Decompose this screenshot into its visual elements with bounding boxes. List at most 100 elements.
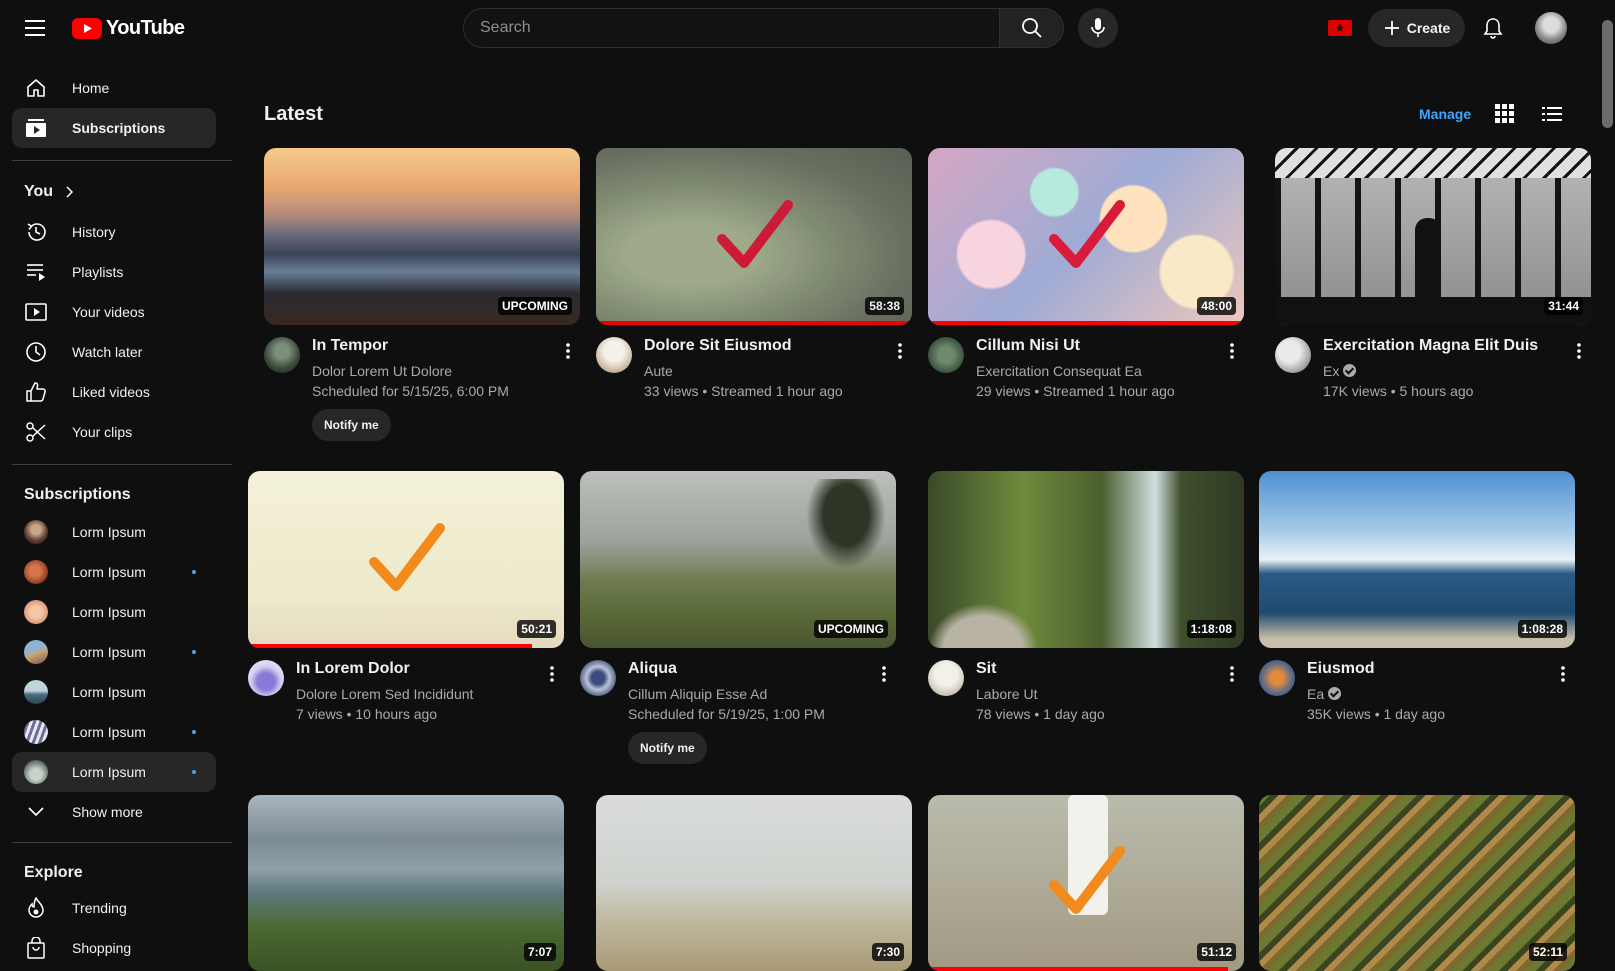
- more-options-icon[interactable]: [1222, 662, 1242, 686]
- video-title[interactable]: Exercitation Magna Elit Duis: [1323, 337, 1563, 355]
- show-more-button[interactable]: Show more: [12, 792, 216, 832]
- video-card[interactable]: 7:30: [596, 795, 912, 971]
- video-thumbnail[interactable]: 50:21: [248, 471, 564, 648]
- sidebar-item-trending[interactable]: Trending: [12, 888, 216, 928]
- channel-name[interactable]: Ex: [1323, 363, 1357, 379]
- more-options-icon[interactable]: [1222, 339, 1242, 363]
- video-thumbnail[interactable]: 48:00: [928, 148, 1244, 325]
- video-card[interactable]: UPCOMING Aliqua Cillum Aliquip Esse Ad S…: [580, 471, 896, 764]
- sidebar-subscription-item[interactable]: Lorm Ipsum: [12, 632, 216, 672]
- bell-icon: [1483, 18, 1503, 39]
- sidebar-subscription-item[interactable]: Lorm Ipsum: [12, 552, 216, 592]
- search-input[interactable]: [464, 9, 999, 47]
- channel-name[interactable]: Aute: [644, 363, 673, 379]
- account-avatar[interactable]: [1535, 12, 1567, 44]
- list-view-icon[interactable]: [1542, 104, 1564, 124]
- verified-badge-icon: [1343, 364, 1357, 377]
- channel-name[interactable]: Labore Ut: [976, 686, 1037, 702]
- channel-avatar[interactable]: [248, 660, 284, 696]
- microphone-icon: [1091, 18, 1105, 37]
- sidebar-subscription-item[interactable]: Lorm Ipsum: [12, 752, 216, 792]
- sidebar-subscription-item[interactable]: Lorm Ipsum: [12, 672, 216, 712]
- video-title[interactable]: Aliqua: [628, 660, 868, 678]
- youtube-logo[interactable]: YouTube: [72, 17, 185, 39]
- sidebar-item-subscriptions[interactable]: Subscriptions: [12, 108, 216, 148]
- notify-me-button[interactable]: Notify me: [628, 732, 707, 764]
- more-options-icon[interactable]: [890, 339, 910, 363]
- sidebar-subscription-item[interactable]: Lorm Ipsum: [12, 712, 216, 752]
- search-button[interactable]: [999, 9, 1063, 47]
- grid-view-icon[interactable]: [1495, 104, 1515, 124]
- video-card[interactable]: UPCOMING In Tempor Dolor Lorem Ut Dolore…: [264, 148, 580, 441]
- video-title[interactable]: Sit: [976, 660, 1216, 678]
- video-thumbnail[interactable]: 31:44: [1275, 148, 1591, 325]
- sidebar-item-your-videos[interactable]: Your videos: [12, 292, 216, 332]
- scrollbar-thumb[interactable]: [1602, 20, 1613, 128]
- channel-name[interactable]: Cillum Aliquip Esse Ad: [628, 686, 767, 702]
- channel-avatar[interactable]: [1275, 337, 1311, 373]
- menu-icon[interactable]: [20, 14, 50, 42]
- video-card[interactable]: 31:44 Exercitation Magna Elit Duis Ex 17…: [1275, 148, 1591, 435]
- more-options-icon[interactable]: [558, 339, 578, 363]
- sidebar-item-liked-videos[interactable]: Liked videos: [12, 372, 216, 412]
- sidebar-subscription-item[interactable]: Lorm Ipsum: [12, 592, 216, 632]
- channel-avatar[interactable]: [264, 337, 300, 373]
- video-title[interactable]: In Tempor: [312, 337, 552, 355]
- more-options-icon[interactable]: [874, 662, 894, 686]
- channel-name[interactable]: Exercitation Consequat Ea: [976, 363, 1142, 379]
- video-thumbnail[interactable]: 52:11: [1259, 795, 1575, 971]
- create-button[interactable]: Create: [1368, 9, 1465, 47]
- notifications-button[interactable]: [1479, 14, 1507, 42]
- video-title[interactable]: In Lorem Dolor: [296, 660, 536, 678]
- new-content-dot: [192, 730, 196, 734]
- video-card[interactable]: 52:11: [1259, 795, 1575, 971]
- sidebar-subscription-item[interactable]: Lorm Ipsum: [12, 512, 216, 552]
- sidebar-item-label: Home: [72, 80, 110, 96]
- channel-name[interactable]: Dolore Lorem Sed Incididunt: [296, 686, 473, 702]
- more-options-icon[interactable]: [1553, 662, 1573, 686]
- sidebar-item-watch-later[interactable]: Watch later: [12, 332, 216, 372]
- sidebar-item-history[interactable]: History: [12, 212, 216, 252]
- video-card[interactable]: 50:21 In Lorem Dolor Dolore Lorem Sed In…: [248, 471, 564, 758]
- video-thumbnail[interactable]: 51:12: [928, 795, 1244, 971]
- channel-name[interactable]: Ea: [1307, 686, 1342, 702]
- video-card[interactable]: 1:18:08 Sit Labore Ut 78 views • 1 day a…: [928, 471, 1244, 758]
- video-card[interactable]: 58:38 Dolore Sit Eiusmod Aute 33 views •…: [596, 148, 912, 435]
- video-card[interactable]: 1:08:28 Eiusmod Ea 35K views • 1 day ago: [1259, 471, 1575, 758]
- channel-avatar[interactable]: [1259, 660, 1295, 696]
- sidebar-item-shopping[interactable]: Shopping: [12, 928, 216, 968]
- channel-name[interactable]: Dolor Lorem Ut Dolore: [312, 363, 452, 379]
- channel-avatar[interactable]: [596, 337, 632, 373]
- manage-link[interactable]: Manage: [1419, 106, 1471, 122]
- sidebar-item-label: Lorm Ipsum: [72, 764, 146, 780]
- sidebar-you-header[interactable]: You: [12, 172, 216, 212]
- sidebar-item-your-clips[interactable]: Your clips: [12, 412, 216, 452]
- channel-avatar[interactable]: [928, 660, 964, 696]
- video-thumbnail[interactable]: 1:18:08: [928, 471, 1244, 648]
- more-options-icon[interactable]: [542, 662, 562, 686]
- video-title[interactable]: Dolore Sit Eiusmod: [644, 337, 884, 355]
- channel-avatar[interactable]: [928, 337, 964, 373]
- video-title[interactable]: Eiusmod: [1307, 660, 1547, 678]
- video-thumbnail[interactable]: UPCOMING: [264, 148, 580, 325]
- video-card[interactable]: 7:07: [248, 795, 564, 971]
- video-thumbnail[interactable]: UPCOMING: [580, 471, 896, 648]
- sidebar-item-playlists[interactable]: Playlists: [12, 252, 216, 292]
- video-thumbnail[interactable]: 7:07: [248, 795, 564, 971]
- video-thumbnail[interactable]: 1:08:28: [1259, 471, 1575, 648]
- video-card[interactable]: 51:12: [928, 795, 1244, 971]
- video-thumbnail[interactable]: 7:30: [596, 795, 912, 971]
- more-options-icon[interactable]: [1569, 339, 1589, 363]
- sidebar-divider: [12, 842, 232, 843]
- watched-check-icon: [1049, 846, 1125, 914]
- video-card[interactable]: 48:00 Cillum Nisi Ut Exercitation Conseq…: [928, 148, 1244, 435]
- page-scrollbar[interactable]: [1600, 0, 1615, 971]
- video-thumbnail[interactable]: 58:38: [596, 148, 912, 325]
- notify-me-button[interactable]: Notify me: [312, 409, 391, 441]
- video-title[interactable]: Cillum Nisi Ut: [976, 337, 1216, 355]
- sidebar-item-home[interactable]: Home: [12, 68, 216, 108]
- channel-avatar[interactable]: [580, 660, 616, 696]
- video-stats: 33 views • Streamed 1 hour ago: [644, 383, 843, 399]
- voice-search-button[interactable]: [1078, 8, 1118, 48]
- explore-section-title: Explore: [24, 864, 83, 881]
